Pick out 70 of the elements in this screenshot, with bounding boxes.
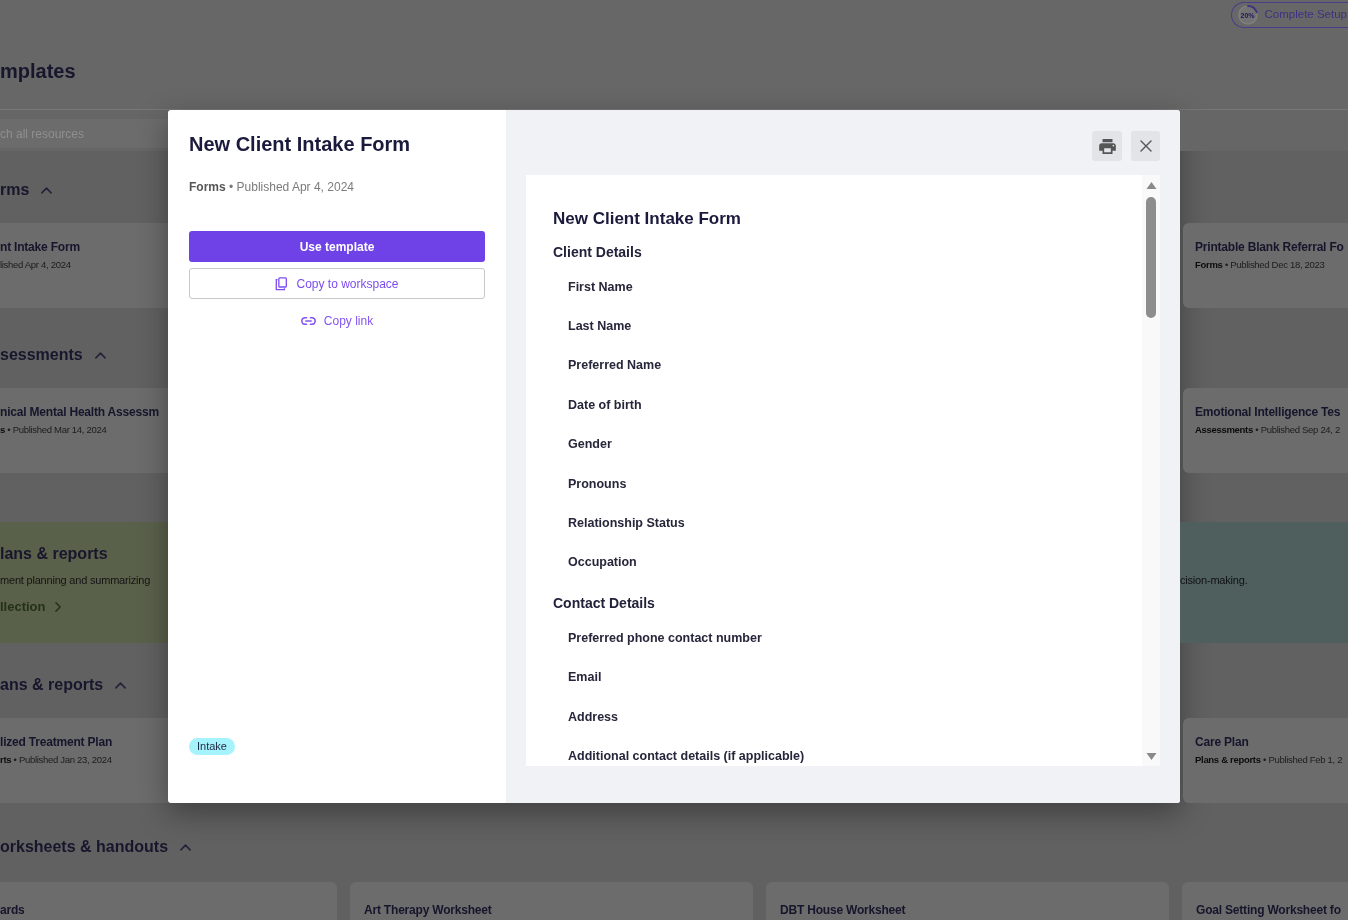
close-button[interactable] bbox=[1131, 131, 1160, 161]
printer-icon bbox=[1098, 138, 1116, 154]
template-card[interactable]: DBT House Worksheet bbox=[766, 882, 1169, 920]
field-label: Address bbox=[568, 708, 619, 725]
field-label: First Name bbox=[568, 278, 633, 295]
template-card[interactable]: Care Plan Plans & reports • Published Feb 1, 2 bbox=[1183, 718, 1348, 803]
section-title: orksheets & handouts bbox=[0, 837, 169, 857]
scrollbar-track[interactable] bbox=[1142, 175, 1160, 766]
chevron-up-icon[interactable] bbox=[41, 186, 53, 194]
field-label: Preferred phone contact number bbox=[568, 629, 762, 646]
field-label: Pronouns bbox=[568, 475, 627, 492]
field-label: Additional contact details (if applicable) bbox=[568, 748, 805, 764]
dialog-title: New Client Intake Form bbox=[189, 132, 411, 156]
section-heading: Client Details bbox=[553, 243, 642, 262]
card-meta: Plans & reports • Published Feb 1, 2 bbox=[1195, 754, 1343, 766]
field-label: Email bbox=[568, 669, 602, 686]
template-card[interactable]: nt Intake Form lished Apr 4, 2024 bbox=[0, 223, 168, 308]
scroll-down-arrow-icon[interactable] bbox=[1145, 753, 1157, 760]
template-card[interactable]: nical Mental Health Assessm s • Published Mar 14, 2024 bbox=[0, 388, 168, 473]
section-heading: Contact Details bbox=[553, 594, 655, 614]
banner-title: lans & reports bbox=[0, 544, 108, 564]
close-icon bbox=[1139, 140, 1152, 152]
template-card[interactable]: ards bbox=[0, 882, 337, 920]
section-title: sessments bbox=[0, 345, 83, 365]
chevron-up-icon[interactable] bbox=[94, 351, 106, 359]
print-button[interactable] bbox=[1092, 131, 1122, 161]
document-title: New Client Intake Form bbox=[553, 208, 741, 230]
card-title: lized Treatment Plan bbox=[0, 734, 113, 750]
copy-icon bbox=[275, 276, 288, 291]
chevron-right-icon bbox=[54, 602, 61, 612]
section-title: rms bbox=[0, 180, 30, 200]
tag-badge: Intake bbox=[189, 738, 235, 755]
chevron-up-icon[interactable] bbox=[180, 843, 192, 851]
banner-description: cision-making. bbox=[1180, 573, 1248, 587]
chevron-up-icon[interactable] bbox=[115, 681, 127, 689]
page-title: mplates bbox=[0, 59, 76, 83]
scrollbar-thumb[interactable] bbox=[1146, 197, 1156, 318]
field-label: Occupation bbox=[568, 554, 637, 571]
copy-link-button[interactable]: Copy link bbox=[300, 312, 374, 330]
field-label: Relationship Status bbox=[568, 515, 685, 532]
card-meta: lished Apr 4, 2024 bbox=[0, 259, 71, 271]
template-card[interactable]: Art Therapy Worksheet bbox=[350, 882, 753, 920]
field-label: Date of birth bbox=[568, 396, 642, 413]
card-title: Goal Setting Worksheet fo bbox=[1196, 902, 1341, 918]
card-meta: s • Published Mar 14, 2024 bbox=[0, 424, 107, 436]
card-title: ards bbox=[0, 902, 25, 918]
card-title: Printable Blank Referral Fo bbox=[1195, 239, 1344, 255]
card-meta: rts • Published Jan 23, 2024 bbox=[0, 754, 112, 766]
template-card[interactable]: Printable Blank Referral Fo Forms • Published Dec 18, 2023 bbox=[1183, 223, 1348, 308]
link-icon bbox=[300, 317, 316, 325]
card-meta: Assessments • Published Sep 24, 2 bbox=[1195, 424, 1340, 436]
card-title: DBT House Worksheet bbox=[780, 902, 906, 918]
template-card[interactable]: Goal Setting Worksheet fo bbox=[1182, 882, 1348, 920]
field-label: Gender bbox=[568, 436, 612, 453]
template-meta: Forms • Published Apr 4, 2024 bbox=[189, 180, 354, 194]
card-title: Care Plan bbox=[1195, 734, 1249, 750]
copy-to-workspace-button[interactable]: Copy to workspace bbox=[189, 268, 485, 299]
template-card[interactable]: Emotional Intelligence Tes Assessments • Published Sep 24, 2 bbox=[1183, 388, 1348, 473]
card-meta: Forms • Published Dec 18, 2023 bbox=[1195, 259, 1325, 271]
field-label: Last Name bbox=[568, 318, 632, 335]
card-title: Emotional Intelligence Tes bbox=[1195, 404, 1341, 420]
card-title: nt Intake Form bbox=[0, 239, 80, 255]
banner-description: ment planning and summarizing bbox=[0, 573, 151, 587]
card-title: nical Mental Health Assessm bbox=[0, 404, 159, 420]
template-card[interactable]: lized Treatment Plan rts • Published Jan 23, 2024 bbox=[0, 718, 168, 803]
section-title: ans & reports bbox=[0, 675, 104, 695]
use-template-button[interactable]: Use template bbox=[189, 231, 485, 262]
card-title: Art Therapy Worksheet bbox=[364, 902, 492, 918]
field-label: Preferred Name bbox=[568, 357, 662, 374]
scroll-up-arrow-icon[interactable] bbox=[1145, 182, 1157, 189]
